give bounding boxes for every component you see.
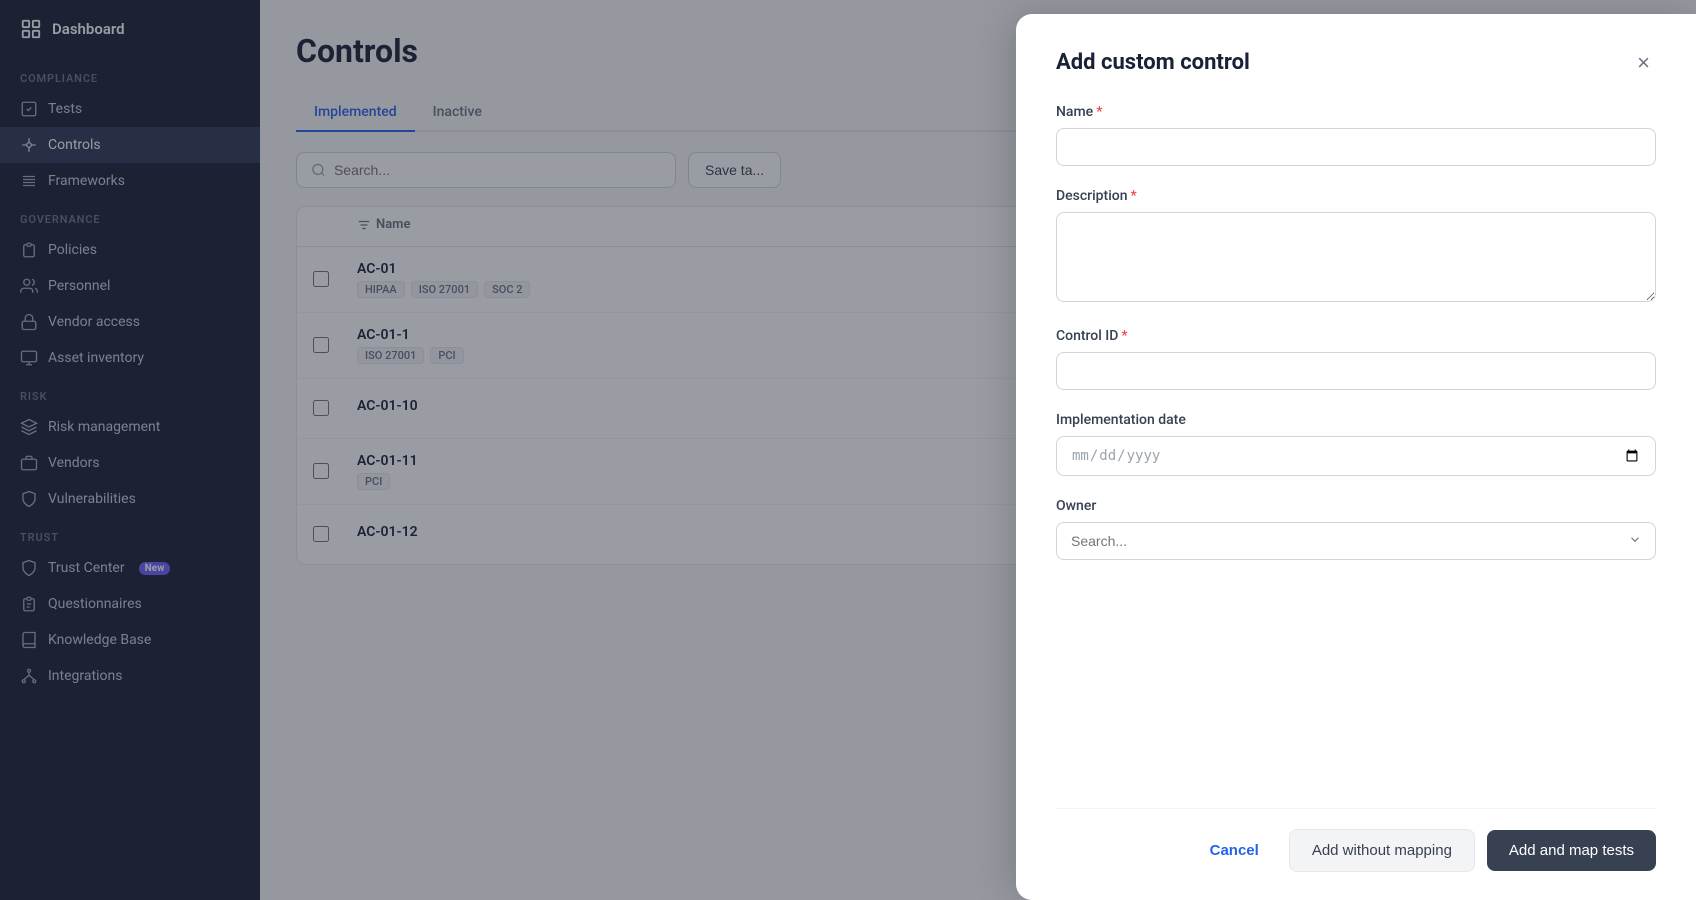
description-field-group: Description* bbox=[1056, 188, 1656, 306]
description-label: Description* bbox=[1056, 188, 1656, 204]
owner-select-wrap bbox=[1056, 522, 1656, 560]
impl-date-input[interactable] bbox=[1056, 436, 1656, 476]
control-id-input[interactable] bbox=[1056, 352, 1656, 390]
control-id-label: Control ID* bbox=[1056, 328, 1656, 344]
add-without-mapping-button[interactable]: Add without mapping bbox=[1289, 829, 1475, 872]
add-and-map-tests-button[interactable]: Add and map tests bbox=[1487, 830, 1656, 871]
name-label: Name* bbox=[1056, 104, 1656, 120]
modal-header: Add custom control × bbox=[1056, 50, 1656, 76]
description-textarea[interactable] bbox=[1056, 212, 1656, 302]
owner-search-input[interactable] bbox=[1056, 522, 1656, 560]
modal-footer: Cancel Add without mapping Add and map t… bbox=[1056, 808, 1656, 900]
impl-date-field-group: Implementation date bbox=[1056, 412, 1656, 476]
impl-date-label: Implementation date bbox=[1056, 412, 1656, 428]
owner-field-group: Owner bbox=[1056, 498, 1656, 560]
name-input[interactable] bbox=[1056, 128, 1656, 166]
modal-title: Add custom control bbox=[1056, 50, 1250, 75]
modal-close-button[interactable]: × bbox=[1631, 50, 1656, 76]
add-custom-control-modal: Add custom control × Name* Description* … bbox=[1016, 14, 1696, 900]
cancel-button[interactable]: Cancel bbox=[1192, 830, 1277, 871]
control-id-field-group: Control ID* bbox=[1056, 328, 1656, 390]
name-field-group: Name* bbox=[1056, 104, 1656, 166]
owner-label: Owner bbox=[1056, 498, 1656, 514]
